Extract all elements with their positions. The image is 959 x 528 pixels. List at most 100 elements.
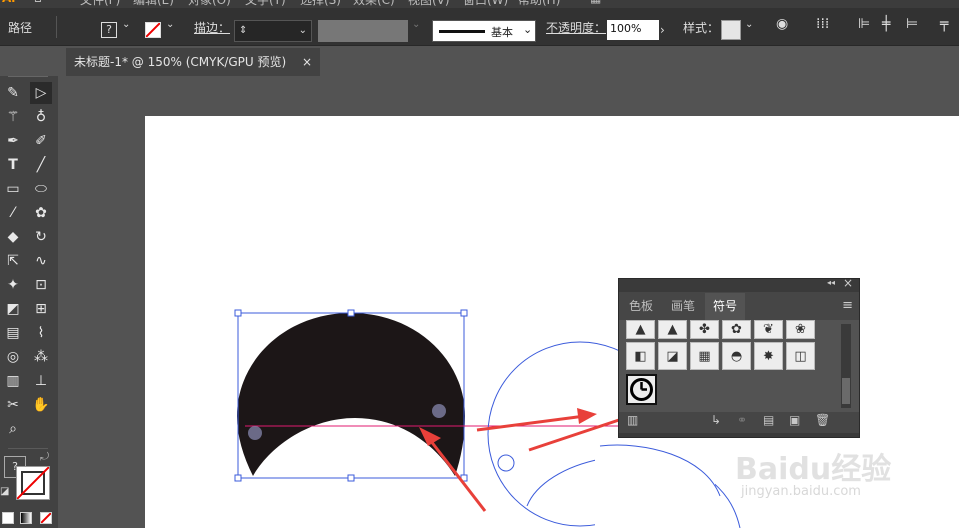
- menu-view[interactable]: 视图(V): [408, 0, 450, 8]
- symbol-swatch[interactable]: ✤: [690, 320, 719, 339]
- blend-tool-icon[interactable]: ◎: [2, 346, 24, 368]
- panel-resize-grip[interactable]: [619, 433, 859, 437]
- pen-tool-icon[interactable]: ✒: [2, 130, 24, 152]
- scrollbar-thumb[interactable]: [842, 378, 850, 404]
- close-icon[interactable]: ×: [302, 48, 312, 76]
- align-left-icon[interactable]: ⊫: [858, 16, 870, 32]
- zoom-tool-icon[interactable]: ⌕: [2, 418, 24, 440]
- anchor-widget[interactable]: [248, 426, 262, 440]
- swap-icon[interactable]: ⤾: [40, 450, 54, 464]
- chevron-down-icon[interactable]: ⌄: [523, 23, 532, 36]
- style-swatch[interactable]: [721, 20, 741, 40]
- artboard-tool-icon[interactable]: ⊥: [30, 370, 52, 392]
- handle-bottom-middle[interactable]: [347, 474, 355, 482]
- menu-edit[interactable]: 编辑(E): [133, 0, 174, 8]
- hand-tool-icon[interactable]: ✋: [30, 394, 52, 416]
- chevron-down-icon[interactable]: ⌄: [299, 21, 307, 41]
- clock-symbol-swatch[interactable]: [626, 374, 657, 405]
- symbol-swatch[interactable]: ❀: [786, 320, 815, 339]
- rotate-tool-icon[interactable]: ↻: [30, 226, 52, 248]
- opacity-label[interactable]: 不透明度：: [546, 19, 606, 36]
- symbol-swatch[interactable]: ▲: [658, 320, 687, 339]
- puppet-warp-icon[interactable]: ✦: [2, 274, 24, 296]
- tab-swatches[interactable]: 色板: [621, 293, 661, 320]
- stroke-swatch[interactable]: [145, 22, 161, 38]
- opacity-field[interactable]: 100%: [607, 20, 659, 40]
- symbol-options-icon[interactable]: ▤: [763, 413, 774, 427]
- curvature-pen-icon[interactable]: ✐: [30, 130, 52, 152]
- menu-help[interactable]: 帮助(H): [518, 0, 560, 8]
- recolor-icon[interactable]: ◉: [776, 16, 788, 32]
- brush-definition[interactable]: 基本 ⌄: [432, 20, 536, 42]
- chevron-right-icon[interactable]: ›: [660, 20, 674, 40]
- none-mode-icon[interactable]: [40, 512, 52, 524]
- symbol-swatch[interactable]: ◓: [722, 342, 751, 370]
- symbol-swatch[interactable]: ▦: [690, 342, 719, 370]
- style-dropdown-icon[interactable]: ⌄: [745, 19, 753, 30]
- symbol-swatch[interactable]: ✿: [722, 320, 751, 339]
- line-tool-icon[interactable]: ╱: [30, 154, 52, 176]
- menu-file[interactable]: 文件(F): [80, 0, 120, 8]
- symbol-libraries-icon[interactable]: ▥: [627, 413, 638, 427]
- gradient-mode-icon[interactable]: [20, 512, 32, 524]
- menu-object[interactable]: 对象(O): [188, 0, 231, 8]
- gradient-tool-icon[interactable]: ▤: [2, 322, 24, 344]
- handle-top-middle[interactable]: [347, 309, 355, 317]
- shape-builder-icon[interactable]: ◩: [2, 298, 24, 320]
- ellipse-tool-icon[interactable]: ⬭: [30, 178, 52, 200]
- symbol-sprayer-icon[interactable]: ⁂: [30, 346, 52, 368]
- scrollbar[interactable]: [841, 324, 851, 408]
- color-mode-icon[interactable]: [2, 512, 14, 524]
- toolbox-grip[interactable]: [8, 76, 48, 81]
- workspace-icon[interactable]: ▦: [590, 0, 601, 5]
- align-right-icon[interactable]: ⊨: [906, 16, 918, 32]
- symbol-swatch[interactable]: ◪: [658, 342, 687, 370]
- warp-tool-icon[interactable]: ∿: [30, 250, 52, 272]
- paintbrush-tool-icon[interactable]: ⁄: [2, 202, 24, 224]
- symbol-swatch[interactable]: ❦: [754, 320, 783, 339]
- type-tool-icon[interactable]: T: [2, 154, 24, 176]
- close-icon[interactable]: ×: [843, 276, 853, 290]
- symbol-swatch[interactable]: ◧: [626, 342, 655, 370]
- selection-tool-icon[interactable]: ▷: [30, 82, 52, 104]
- profile-dropdown-icon[interactable]: ⌄: [412, 19, 420, 30]
- magic-wand-icon[interactable]: ⚚: [2, 106, 24, 128]
- default-colors-icon[interactable]: ◪: [0, 486, 12, 498]
- lasso-tool-icon[interactable]: ♁: [30, 106, 52, 128]
- stroke-label[interactable]: 描边：: [194, 19, 230, 36]
- handle-top-left[interactable]: [234, 309, 242, 317]
- stroke-dropdown-icon[interactable]: ⌄: [166, 19, 174, 30]
- scale-tool-icon[interactable]: ⇱: [2, 250, 24, 272]
- place-symbol-icon[interactable]: ↳: [711, 413, 721, 427]
- free-transform-icon[interactable]: ⊡: [30, 274, 52, 296]
- stroke-box[interactable]: [16, 466, 50, 500]
- menu-type[interactable]: 文字(T): [245, 0, 286, 8]
- panel-titlebar[interactable]: ◂◂ ×: [619, 276, 859, 292]
- tab-symbols[interactable]: 符号: [705, 293, 745, 320]
- new-symbol-icon[interactable]: ▣: [789, 413, 800, 427]
- symbol-swatch[interactable]: ✸: [754, 342, 783, 370]
- align-center-icon[interactable]: ╪: [882, 16, 890, 32]
- blob-brush-icon[interactable]: ✿: [30, 202, 52, 224]
- document-tab[interactable]: 未标题-1* @ 150% (CMYK/GPU 预览) ×: [66, 48, 320, 76]
- stroke-weight-field[interactable]: ⇕ ⌄: [234, 20, 312, 42]
- fill-swatch[interactable]: ?: [101, 22, 117, 38]
- delete-symbol-icon[interactable]: 🗑: [815, 413, 830, 427]
- anchor-widget[interactable]: [432, 404, 446, 418]
- break-link-icon[interactable]: ⚭: [737, 413, 747, 427]
- moon-shape[interactable]: [237, 313, 465, 476]
- align-to-icon[interactable]: ⁞⁞⁞: [816, 16, 829, 32]
- menu-effect[interactable]: 效果(C): [353, 0, 395, 8]
- handle-top-right[interactable]: [460, 309, 468, 317]
- menu-select[interactable]: 选择(S): [300, 0, 341, 8]
- curvature-tool-icon[interactable]: ✎: [2, 82, 24, 104]
- fill-dropdown-icon[interactable]: ⌄: [122, 19, 130, 30]
- align-top-icon[interactable]: ╤: [940, 16, 948, 32]
- spinner-icon[interactable]: ⇕: [239, 25, 247, 36]
- tab-brushes[interactable]: 画笔: [663, 293, 703, 320]
- variable-width-profile[interactable]: [318, 20, 408, 42]
- home-icon[interactable]: ⌂: [34, 0, 42, 5]
- collapse-icon[interactable]: ◂◂: [827, 278, 835, 287]
- perspective-grid-icon[interactable]: ⊞: [30, 298, 52, 320]
- eraser-tool-icon[interactable]: ◆: [2, 226, 24, 248]
